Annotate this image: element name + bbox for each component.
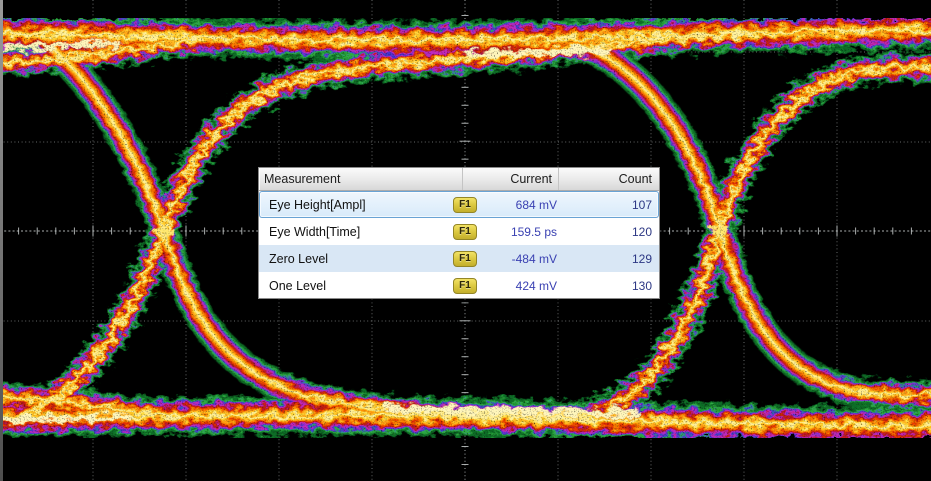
measurement-row-eye-width[interactable]: Eye Width[Time] F1 159.5 ps 120 [259,218,659,245]
measurement-current-value: 684 mV [491,198,557,212]
f1-source-badge: F1 [453,224,477,240]
f1-source-badge: F1 [453,197,477,213]
measurement-current-value: 424 mV [491,279,557,293]
measurement-row-one-level[interactable]: One Level F1 424 mV 130 [259,272,659,299]
measurement-table-header: Measurement Current Count [259,168,659,191]
screen-left-border [0,0,3,481]
f1-source-badge: F1 [453,251,477,267]
f1-source-badge: F1 [453,278,477,294]
measurement-row-eye-height[interactable]: Eye Height[Ampl] F1 684 mV 107 [259,191,659,218]
measurement-current-value: 159.5 ps [491,225,557,239]
measurement-current-value: -484 mV [491,252,557,266]
oscilloscope-screen: Measurement Current Count Eye Height[Amp… [0,0,931,481]
measurement-count: 120 [557,225,659,239]
measurement-name: Eye Height[Ampl] [259,198,453,212]
measurement-name: One Level [259,279,453,293]
measurement-name: Zero Level [259,252,453,266]
column-header-count: Count [559,168,659,190]
column-header-measurement: Measurement [259,168,463,190]
measurement-count: 130 [557,279,659,293]
measurement-panel: Measurement Current Count Eye Height[Amp… [258,167,660,299]
measurement-row-zero-level[interactable]: Zero Level F1 -484 mV 129 [259,245,659,272]
measurement-count: 107 [557,198,659,212]
measurement-count: 129 [557,252,659,266]
column-header-current: Current [463,168,559,190]
measurement-name: Eye Width[Time] [259,225,453,239]
